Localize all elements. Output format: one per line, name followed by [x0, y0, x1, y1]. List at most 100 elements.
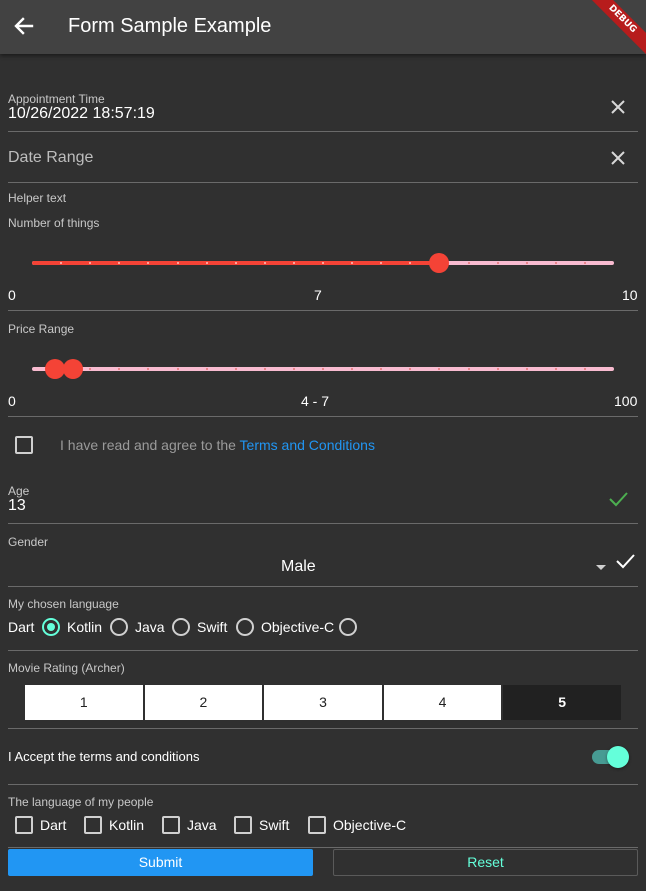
- slider-tick: [205, 368, 208, 370]
- date-range-field[interactable]: Date Range: [8, 149, 93, 167]
- gender-check-icon: [614, 550, 636, 577]
- slider-tick: [554, 262, 557, 264]
- terms-link[interactable]: Terms and Conditions: [240, 437, 375, 453]
- close-icon: [611, 100, 625, 114]
- radio-objective-c[interactable]: [339, 618, 357, 636]
- radio-swift[interactable]: [236, 618, 254, 636]
- slider-tick: [496, 262, 499, 264]
- people-language-option-label: Objective-C: [333, 817, 407, 833]
- language-option-label: Kotlin: [67, 619, 103, 635]
- price-range-slider[interactable]: [32, 359, 614, 379]
- slider-value-label: 7: [314, 287, 322, 303]
- slider-tick: [234, 262, 237, 264]
- date-range-helper-text: Helper text: [8, 191, 67, 205]
- slider-tick: [467, 368, 470, 370]
- terms-text: I have read and agree to the Terms and C…: [60, 437, 375, 453]
- page-title: Form Sample Example: [68, 15, 272, 37]
- slider-tick: [525, 368, 528, 370]
- divider: [8, 847, 638, 848]
- slider-tick: [176, 368, 179, 370]
- people-language-label: The language of my people: [8, 795, 154, 809]
- divider: [8, 650, 638, 651]
- rating-segment-5[interactable]: 5: [502, 684, 622, 721]
- divider: [8, 523, 638, 524]
- slider-tick: [292, 262, 295, 264]
- slider-thumb[interactable]: [429, 253, 450, 273]
- appointment-time-label: Appointment Time: [8, 92, 105, 106]
- divider: [8, 310, 638, 311]
- movie-rating-label: Movie Rating (Archer): [8, 661, 125, 675]
- radio-dart[interactable]: [42, 618, 60, 636]
- app-bar: Form Sample Example: [0, 0, 646, 54]
- range-value-label: 4 - 7: [301, 393, 330, 409]
- accept-terms-label: I Accept the terms and conditions: [8, 749, 200, 764]
- accept-terms-switch[interactable]: [607, 746, 629, 768]
- reset-button[interactable]: Reset: [333, 849, 638, 876]
- gender-dropdown-value[interactable]: Male: [281, 558, 316, 576]
- slider-min-label: 0: [8, 287, 16, 303]
- divider: [8, 784, 638, 785]
- people-language-option-label: Dart: [40, 817, 67, 833]
- slider-tick: [322, 368, 324, 370]
- slider-max-label: 10: [622, 287, 638, 303]
- movie-rating-segmented-control: 1 2 3 4 5: [24, 684, 622, 721]
- checkbox-dart[interactable]: [15, 816, 33, 834]
- chevron-down-icon[interactable]: [594, 561, 608, 580]
- appointment-clear-button[interactable]: [607, 96, 629, 118]
- arrow-back-icon: [14, 17, 34, 35]
- price-range-label: Price Range: [8, 322, 75, 336]
- language-option-label: Objective-C: [261, 619, 335, 635]
- debug-label: DEBUG: [586, 0, 646, 60]
- appointment-time-field[interactable]: 10/26/2022 18:57:19: [8, 105, 155, 123]
- debug-banner: DEBUG: [586, 0, 646, 60]
- people-language-option-label: Java: [187, 817, 217, 833]
- divider: [8, 728, 638, 729]
- checkbox-swift[interactable]: [234, 816, 252, 834]
- slider-tick: [234, 368, 237, 370]
- divider: [8, 131, 638, 132]
- age-input[interactable]: 13: [8, 497, 26, 515]
- divider: [8, 416, 638, 417]
- language-option-label: Java: [135, 619, 165, 635]
- checkbox-objective-c[interactable]: [308, 816, 326, 834]
- terms-prefix: I have read and agree to the: [60, 437, 240, 453]
- rating-segment-4[interactable]: 4: [382, 684, 503, 721]
- slider-thumb[interactable]: [62, 359, 83, 379]
- slider-tick: [176, 262, 179, 264]
- slider-tick: [263, 368, 266, 370]
- slider-tick: [583, 262, 586, 264]
- divider: [8, 182, 638, 183]
- terms-checkbox[interactable]: [15, 436, 33, 454]
- people-language-option-label: Kotlin: [109, 817, 145, 833]
- age-valid-check-icon: [607, 488, 629, 515]
- slider-tick: [496, 368, 499, 370]
- rating-segment-1[interactable]: 1: [24, 684, 144, 721]
- radio-kotlin[interactable]: [110, 618, 128, 636]
- range-min-label: 0: [8, 393, 16, 409]
- slider-tick: [583, 368, 586, 370]
- people-language-option-label: Swift: [259, 817, 290, 833]
- language-label: My chosen language: [8, 597, 119, 611]
- slider-tick: [263, 262, 266, 264]
- checkbox-java[interactable]: [162, 816, 180, 834]
- age-label: Age: [8, 484, 30, 498]
- number-of-things-label: Number of things: [8, 216, 100, 230]
- date-range-clear-button[interactable]: [607, 147, 629, 169]
- submit-button[interactable]: Submit: [8, 849, 313, 876]
- checkbox-kotlin[interactable]: [84, 816, 102, 834]
- slider-tick: [322, 262, 324, 264]
- range-max-label: 100: [614, 393, 638, 409]
- slider-tick: [467, 262, 470, 264]
- close-icon: [611, 151, 625, 165]
- slider-tick: [525, 262, 528, 264]
- gender-label: Gender: [8, 535, 49, 549]
- number-of-things-slider[interactable]: [32, 253, 614, 273]
- language-option-label: Swift: [197, 619, 228, 635]
- divider: [8, 586, 638, 587]
- slider-tick: [554, 368, 557, 370]
- rating-segment-2[interactable]: 2: [143, 684, 264, 721]
- rating-segment-3[interactable]: 3: [263, 684, 383, 721]
- radio-java[interactable]: [172, 618, 190, 636]
- back-button[interactable]: [10, 12, 38, 40]
- slider-tick: [205, 262, 208, 264]
